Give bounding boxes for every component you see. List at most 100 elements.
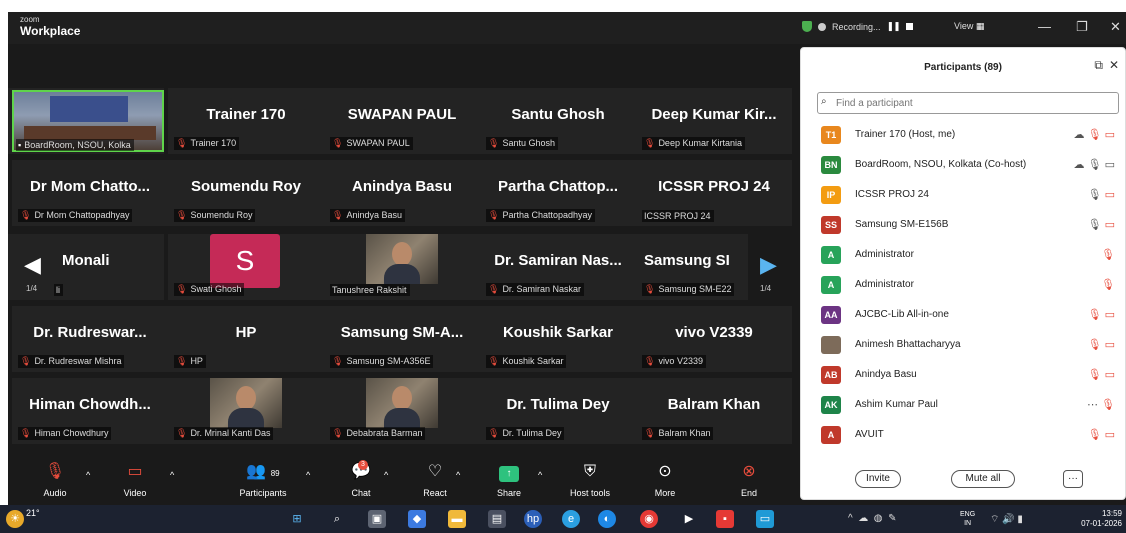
participant-row[interactable]: Animesh Bhattacharyya 🎙 ▭ bbox=[801, 330, 1126, 360]
audio-options-caret-icon[interactable]: ^ bbox=[86, 470, 90, 480]
minimize-button[interactable]: — bbox=[1038, 19, 1051, 34]
invite-button[interactable]: Invite bbox=[855, 470, 901, 488]
audio-button[interactable]: 🎙 Audio bbox=[38, 462, 72, 498]
language-indicator[interactable]: ENG IN bbox=[960, 510, 975, 528]
pause-icon[interactable]: ❚❚ bbox=[887, 21, 901, 32]
participant-row[interactable]: AK Ashim Kumar Paul ⋯ 🎙 bbox=[801, 390, 1126, 420]
participant-row[interactable]: T1 Trainer 170 (Host, me) ☁ 🎙 ▭ bbox=[801, 120, 1126, 150]
avatar: AB bbox=[821, 366, 841, 384]
video-tile[interactable]: Tanushree Rakshit bbox=[324, 234, 480, 300]
participant-row[interactable]: A AVUIT 🎙 ▭ bbox=[801, 420, 1126, 450]
view-button[interactable]: View ▦ bbox=[954, 21, 984, 32]
participant-row[interactable]: A Administrator 🎙 bbox=[801, 240, 1126, 270]
stop-icon[interactable] bbox=[905, 23, 913, 30]
widgets-icon[interactable]: ◆ bbox=[408, 510, 426, 528]
video-tile[interactable]: 🎙 Dr. Mrinal Kanti Das bbox=[168, 378, 324, 444]
edge-icon[interactable]: e bbox=[562, 510, 580, 528]
tile-label: 🎙 Anindya Basu bbox=[330, 209, 405, 222]
video-options-caret-icon[interactable]: ^ bbox=[170, 470, 174, 480]
chat-options-caret-icon[interactable]: ^ bbox=[384, 470, 388, 480]
video-tile[interactable]: 🎙 Debabrata Barman bbox=[324, 378, 480, 444]
next-page-arrow-icon[interactable]: ▶ bbox=[760, 252, 777, 278]
weather-icon[interactable]: ☀ bbox=[6, 510, 24, 528]
windows-start-icon[interactable]: ⊞ bbox=[288, 510, 306, 528]
app-icon[interactable]: ◐ bbox=[598, 510, 616, 528]
video-tile[interactable]: Dr. Samiran Nas... 🎙 Dr. Samiran Naskar bbox=[480, 234, 636, 300]
end-button[interactable]: ⊗ End bbox=[732, 462, 766, 498]
share-options-caret-icon[interactable]: ^ bbox=[538, 470, 542, 480]
participant-row[interactable]: AA AJCBC-Lib All-in-one 🎙 ▭ bbox=[801, 300, 1126, 330]
participants-options-caret-icon[interactable]: ^ bbox=[306, 470, 310, 480]
react-options-caret-icon[interactable]: ^ bbox=[456, 470, 460, 480]
video-tile[interactable]: ▪ BoardRoom, NSOU, Kolka bbox=[8, 88, 164, 154]
chrome-icon[interactable]: ◉ bbox=[640, 510, 658, 528]
media-player-icon[interactable]: ▶ bbox=[680, 510, 698, 528]
video-tile[interactable]: Santu Ghosh 🎙 Santu Ghosh bbox=[480, 88, 636, 154]
video-tile[interactable]: Anindya Basu 🎙 Anindya Basu bbox=[324, 160, 480, 226]
previous-page-arrow-icon[interactable]: ◀ bbox=[24, 252, 41, 278]
zoom-workplace-icon[interactable]: ▭ bbox=[756, 510, 774, 528]
popout-icon[interactable]: ⧉ bbox=[1094, 58, 1103, 73]
participant-search-input[interactable] bbox=[817, 92, 1119, 114]
store-icon[interactable]: ▤ bbox=[488, 510, 506, 528]
video-tile[interactable]: Deep Kumar Kir... 🎙 Deep Kumar Kirtania bbox=[636, 88, 792, 154]
system-tray[interactable]: ^ ☁ ◍ ✎ bbox=[848, 513, 896, 524]
shield-icon: ⛨ bbox=[583, 463, 596, 480]
search-icon[interactable]: ⌕ bbox=[328, 510, 346, 528]
participant-name: Administrator bbox=[855, 279, 914, 290]
video-tile[interactable]: S 🎙 Swati Ghosh bbox=[168, 234, 324, 300]
video-tile[interactable]: ICSSR PROJ 24 ICSSR PROJ 24 bbox=[636, 160, 792, 226]
video-tile[interactable]: Samsung SM-A... 🎙 Samsung SM-A356E bbox=[324, 306, 480, 372]
video-tile[interactable]: vivo V2339 🎙 vivo V2339 bbox=[636, 306, 792, 372]
zoom-app-icon[interactable]: ▪ bbox=[716, 510, 734, 528]
video-tile[interactable]: Himan Chowdh... 🎙 Himan Chowdhury bbox=[12, 378, 168, 444]
video-tile[interactable]: Trainer 170 🎙 Trainer 170 bbox=[168, 88, 324, 154]
video-tile[interactable]: Partha Chattop... 🎙 Partha Chattopadhyay bbox=[480, 160, 636, 226]
participant-name: Animesh Bhattacharyya bbox=[855, 339, 961, 350]
participant-status: ☁ 🎙 ▭ bbox=[1074, 128, 1116, 141]
participant-name: Anindya Basu bbox=[855, 369, 917, 380]
muted-mic-icon: 🎙 bbox=[1087, 429, 1102, 441]
video-tile[interactable]: Dr Mom Chatto... 🎙 Dr Mom Chattopadhyay bbox=[12, 160, 168, 226]
host-tools-button[interactable]: ⛨ Host tools bbox=[560, 462, 620, 498]
participant-row[interactable]: IP ICSSR PROJ 24 🎙 ▭ bbox=[801, 180, 1126, 210]
video-tile[interactable]: Dr. Rudreswar... 🎙 Dr. Rudreswar Mishra bbox=[12, 306, 168, 372]
tile-name: Samsung SI bbox=[644, 252, 730, 269]
video-tile[interactable]: SWAPAN PAUL 🎙 SWAPAN PAUL bbox=[324, 88, 480, 154]
video-tile[interactable]: HP 🎙 HP bbox=[168, 306, 324, 372]
tile-name: SWAPAN PAUL bbox=[347, 106, 457, 123]
share-button[interactable]: ↑ Share bbox=[492, 462, 526, 498]
tile-label: 🎙 vivo V2339 bbox=[642, 355, 706, 368]
taskbar-clock[interactable]: 13:59 07-01-2026 bbox=[1081, 509, 1122, 529]
file-explorer-icon[interactable]: ▬ bbox=[448, 510, 466, 528]
video-tile[interactable]: Samsung SI 🎙 Samsung SM-E22 bbox=[636, 234, 748, 300]
video-tile[interactable]: Soumendu Roy 🎙 Soumendu Roy bbox=[168, 160, 324, 226]
recording-indicator[interactable]: Recording... ❚❚ bbox=[802, 21, 913, 32]
chat-button[interactable]: 💬 3 Chat bbox=[344, 460, 378, 498]
avatar: A bbox=[821, 276, 841, 294]
mute-all-button[interactable]: Mute all bbox=[951, 470, 1015, 488]
muted-mic-icon: 🎙 bbox=[644, 356, 656, 366]
participant-row[interactable]: AB Anindya Basu 🎙 ▭ bbox=[801, 360, 1126, 390]
participant-row[interactable]: SS Samsung SM-E156B 🎙 ▭ bbox=[801, 210, 1126, 240]
more-options-button[interactable]: ··· bbox=[1063, 470, 1083, 488]
video-button[interactable]: ▭ Video bbox=[118, 462, 152, 498]
react-button[interactable]: ♡ React bbox=[418, 462, 452, 498]
hp-icon[interactable]: hp bbox=[524, 510, 542, 528]
participants-button[interactable]: 👥 89 Participants bbox=[230, 462, 296, 498]
participant-status: 🎙 ▭ bbox=[1088, 338, 1115, 351]
task-view-icon[interactable]: ▣ bbox=[368, 510, 386, 528]
participant-row[interactable]: A Administrator 🎙 bbox=[801, 270, 1126, 300]
video-tile[interactable]: Dr. Tulima Dey 🎙 Dr. Tulima Dey bbox=[480, 378, 636, 444]
brand-title: Workplace bbox=[20, 24, 81, 38]
close-button[interactable]: ✕ bbox=[1110, 19, 1121, 35]
close-icon[interactable]: ✕ bbox=[1109, 58, 1119, 72]
video-tile[interactable]: Balram Khan 🎙 Balram Khan bbox=[636, 378, 792, 444]
restore-button[interactable]: ❐ bbox=[1076, 19, 1088, 35]
network-volume-battery-icon[interactable]: ⌔ 🔊 ▮ bbox=[990, 513, 1023, 526]
more-button[interactable]: ⊙ More bbox=[648, 462, 682, 498]
weather-temperature: 21° bbox=[26, 508, 40, 518]
search-icon: ⌕ bbox=[821, 96, 827, 107]
video-tile[interactable]: Koushik Sarkar 🎙 Koushik Sarkar bbox=[480, 306, 636, 372]
participant-row[interactable]: BN BoardRoom, NSOU, Kolkata (Co-host) ☁ … bbox=[801, 150, 1126, 180]
